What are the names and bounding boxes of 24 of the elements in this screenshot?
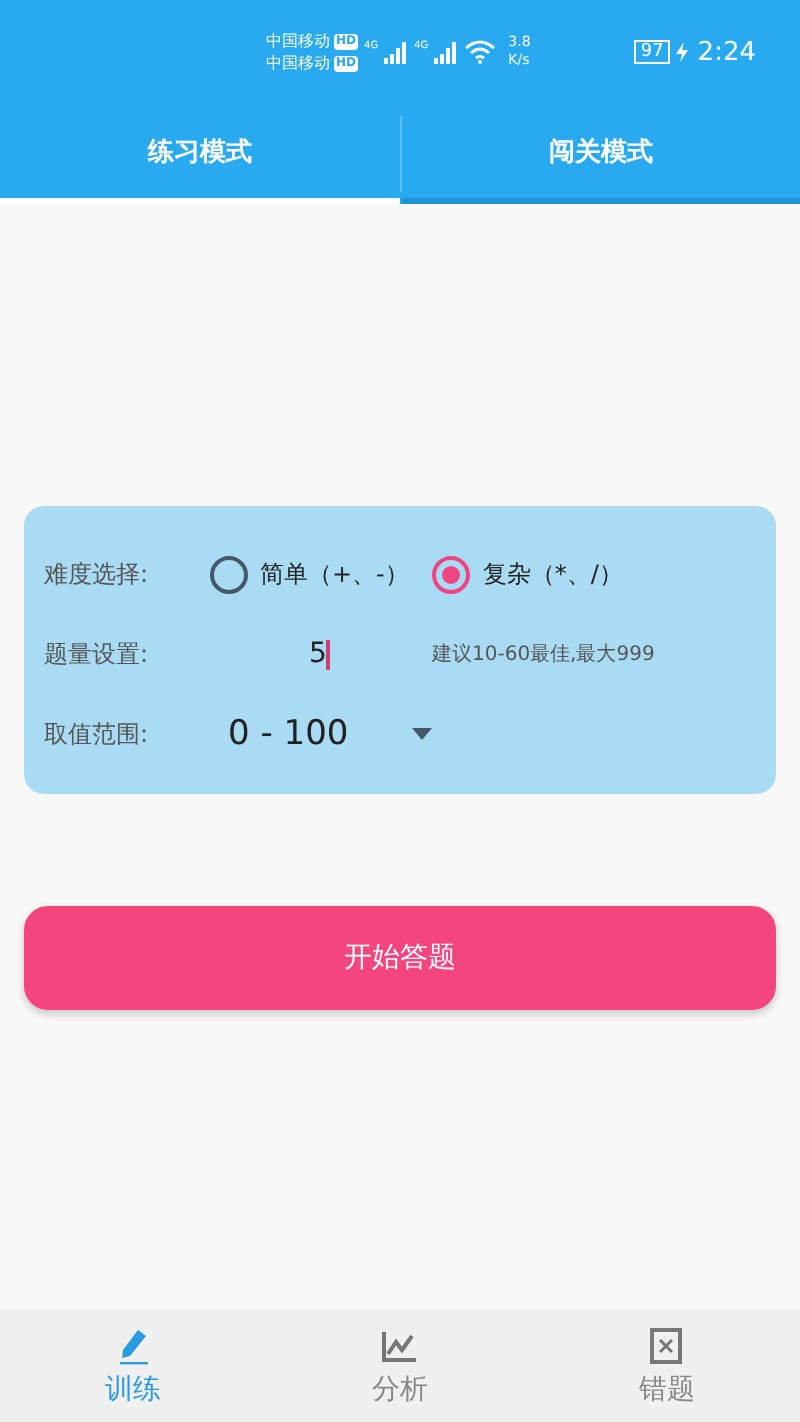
difficulty-radio[interactable]: 简单（+、-）	[210, 555, 409, 593]
wifi-icon	[464, 40, 497, 64]
start-button[interactable]: 开始答题	[24, 906, 776, 1010]
carrier-text: 中国移动	[266, 52, 330, 74]
nav-item[interactable]: 分析	[266, 1310, 534, 1422]
clock-time: 2:24	[697, 37, 756, 67]
signal-icon	[384, 41, 409, 63]
range-label: 取值范围:	[44, 717, 151, 751]
count-label: 题量设置:	[44, 637, 151, 671]
nav-item[interactable]: 训练	[0, 1310, 267, 1422]
note-icon	[646, 1325, 687, 1365]
count-input[interactable]: 5	[220, 638, 420, 670]
mode-tab[interactable]: 闯关模式	[401, 104, 800, 204]
charging-icon	[675, 42, 688, 62]
difficulty-radio[interactable]: 复杂（*、/）	[432, 555, 623, 593]
range-dropdown[interactable]: 0 - 100	[228, 714, 433, 754]
count-hint: 建议10-60最佳,最大999	[432, 641, 655, 668]
dropdown-icon	[412, 728, 433, 740]
difficulty-label: 难度选择:	[44, 557, 151, 591]
nav-item[interactable]: 错题	[533, 1310, 800, 1422]
signal-icon	[434, 41, 459, 63]
carrier-text: 中国移动	[266, 30, 330, 52]
mode-tab[interactable]: 练习模式	[0, 104, 399, 204]
battery-level: 97	[634, 40, 670, 64]
